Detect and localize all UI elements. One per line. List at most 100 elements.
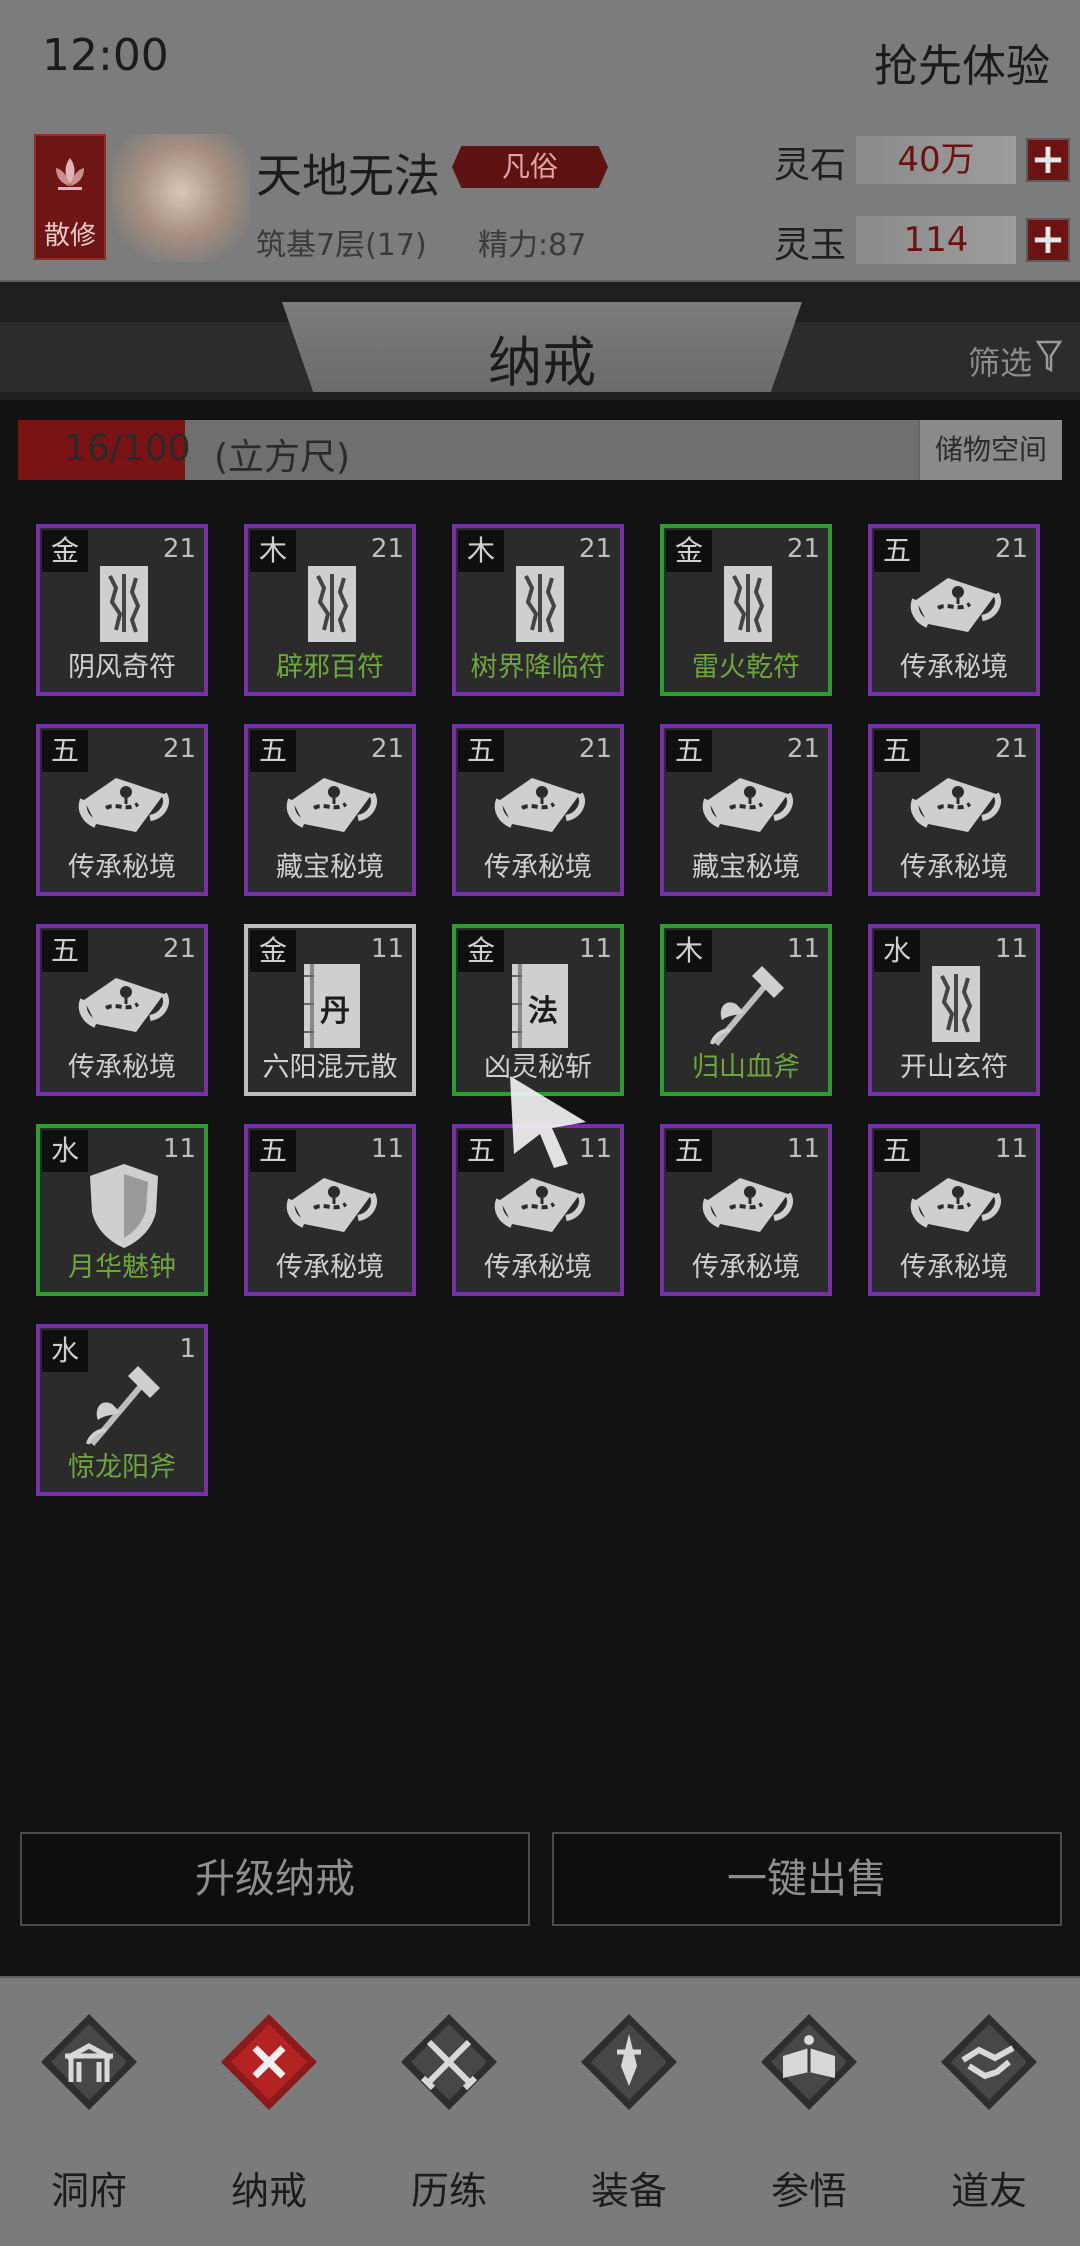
spirit-stone-label: 灵石 xyxy=(774,145,847,186)
status-bar: 12:00 抢先体验 xyxy=(0,0,1080,120)
nav-item[interactable]: 道友 xyxy=(914,1998,1064,2228)
item-name: 藏宝秘境 xyxy=(276,852,384,883)
map-scroll-icon xyxy=(908,758,1004,854)
item-slot[interactable]: 五 11 传承秘境 xyxy=(660,1124,832,1296)
item-name: 传承秘境 xyxy=(68,1052,176,1083)
map-scroll-icon xyxy=(492,758,588,854)
item-name: 传承秘境 xyxy=(900,852,1008,883)
add-spirit-jade-button[interactable]: + xyxy=(1026,218,1070,262)
item-slot[interactable]: 水 11 开山玄符 xyxy=(868,924,1040,1096)
map-scroll-icon xyxy=(700,1158,796,1254)
energy-value: 精力:87 xyxy=(478,228,587,263)
map-scroll-icon xyxy=(700,758,796,854)
nav-item[interactable]: 纳戒 xyxy=(194,1998,344,2228)
book-glyph: 法 xyxy=(528,994,558,1029)
item-name: 传承秘境 xyxy=(900,652,1008,683)
nav-item[interactable]: 参悟 xyxy=(734,1998,884,2228)
filter-icon[interactable] xyxy=(1036,338,1062,374)
item-slot[interactable]: 五 11 传承秘境 xyxy=(868,1124,1040,1296)
capacity-value: 16/100 xyxy=(64,428,191,469)
item-name: 月华魅钟 xyxy=(68,1252,176,1283)
item-slot[interactable]: 木 21 树界降临符 xyxy=(452,524,624,696)
avatar[interactable] xyxy=(112,134,250,262)
nav-label: 历练 xyxy=(410,2169,487,2213)
item-slot[interactable]: 五 21 藏宝秘境 xyxy=(660,724,832,896)
capacity-unit: (立方尺) xyxy=(214,437,351,478)
item-slot[interactable]: 五 21 藏宝秘境 xyxy=(244,724,416,896)
item-name: 藏宝秘境 xyxy=(692,852,800,883)
map-scroll-icon xyxy=(908,558,1004,654)
cultivation-realm: 筑基7层(17) xyxy=(256,228,427,263)
item-slot[interactable]: 金 11 丹六阳混元散 xyxy=(244,924,416,1096)
item-slot[interactable]: 五 21 传承秘境 xyxy=(36,924,208,1096)
spirit-stone-value: 40万 xyxy=(856,136,1016,184)
nav-label: 道友 xyxy=(950,2169,1027,2213)
pill-book-icon: 丹 xyxy=(284,958,380,1054)
item-name: 传承秘境 xyxy=(692,1252,800,1283)
item-name: 传承秘境 xyxy=(276,1252,384,1283)
crossed-swords-icon xyxy=(401,2014,497,2110)
talisman-icon xyxy=(284,558,380,654)
upgrade-ring-button[interactable]: 升级纳戒 xyxy=(20,1832,530,1926)
sect-label: 散修 xyxy=(43,221,96,251)
item-name: 开山玄符 xyxy=(900,1052,1008,1083)
spirit-jade-label: 灵玉 xyxy=(774,225,847,266)
axe-icon xyxy=(76,1358,172,1454)
bottom-nav: 洞府 纳戒 历练 装备 参悟 道友 xyxy=(0,1976,1080,2246)
item-slot[interactable]: 水 11 月华魅钟 xyxy=(36,1124,208,1296)
nav-label: 洞府 xyxy=(50,2169,127,2213)
shield-icon xyxy=(76,1158,172,1254)
map-scroll-icon xyxy=(492,1158,588,1254)
sell-all-button[interactable]: 一键出售 xyxy=(552,1832,1062,1926)
item-slot[interactable]: 五 11 传承秘境 xyxy=(244,1124,416,1296)
item-slot[interactable]: 木 21 辟邪百符 xyxy=(244,524,416,696)
item-name: 六阳混元散 xyxy=(262,1052,398,1083)
nav-item[interactable]: 历练 xyxy=(374,1998,524,2228)
nav-item[interactable]: 装备 xyxy=(554,1998,704,2228)
item-slot[interactable]: 金 21 雷火乾符 xyxy=(660,524,832,696)
map-scroll-icon xyxy=(284,1158,380,1254)
item-slot[interactable]: 五 21 传承秘境 xyxy=(868,724,1040,896)
talisman-icon xyxy=(908,958,1004,1054)
nav-item[interactable]: 洞府 xyxy=(14,1998,164,2228)
item-slot[interactable]: 木 11 归山血斧 xyxy=(660,924,832,1096)
item-slot[interactable]: 五 21 传承秘境 xyxy=(868,524,1040,696)
rank-badge: 凡俗 xyxy=(452,146,608,188)
pointer-cursor-icon xyxy=(510,1076,586,1168)
talisman-icon xyxy=(700,558,796,654)
sect-badge[interactable]: 散修 xyxy=(34,134,106,260)
map-scroll-icon xyxy=(76,758,172,854)
bag-header: 纳戒 筛选 xyxy=(0,282,1080,400)
item-name: 传承秘境 xyxy=(900,1252,1008,1283)
dagger-icon xyxy=(581,2014,677,2110)
talisman-icon xyxy=(492,558,588,654)
item-slot[interactable]: 五 21 传承秘境 xyxy=(36,724,208,896)
item-count: 1 xyxy=(179,1334,196,1364)
filter-button[interactable]: 筛选 xyxy=(968,338,1032,384)
status-time: 12:00 xyxy=(42,30,169,81)
item-slot[interactable]: 五 21 传承秘境 xyxy=(452,724,624,896)
item-name: 归山血斧 xyxy=(692,1052,800,1083)
technique-book-icon: 法 xyxy=(492,958,588,1054)
capacity-bar: 16/100 (立方尺) 储物空间 xyxy=(18,420,1062,480)
lotus-icon xyxy=(56,158,84,190)
early-access-label[interactable]: 抢先体验 xyxy=(874,30,1050,94)
map-scroll-icon xyxy=(908,1158,1004,1254)
storage-space-button[interactable]: 储物空间 xyxy=(918,420,1062,480)
item-slot[interactable]: 金 21 阴风奇符 xyxy=(36,524,208,696)
player-bar: 散修 天地无法 凡俗 筑基7层(17) 精力:87 灵石 40万 + 灵玉 11… xyxy=(0,120,1080,282)
item-name: 传承秘境 xyxy=(68,852,176,883)
gate-icon xyxy=(41,2014,137,2110)
book-glyph: 丹 xyxy=(320,994,350,1029)
item-name: 阴风奇符 xyxy=(68,652,176,683)
nav-label: 装备 xyxy=(590,2169,667,2213)
item-name: 辟邪百符 xyxy=(276,652,384,683)
add-spirit-stone-button[interactable]: + xyxy=(1026,138,1070,182)
item-slot[interactable]: 水 1 惊龙阳斧 xyxy=(36,1324,208,1496)
player-name: 天地无法 xyxy=(256,149,440,203)
item-name: 传承秘境 xyxy=(484,1252,592,1283)
talisman-icon xyxy=(76,558,172,654)
item-name: 雷火乾符 xyxy=(692,652,800,683)
open-book-icon xyxy=(761,2014,857,2110)
item-name: 传承秘境 xyxy=(484,852,592,883)
